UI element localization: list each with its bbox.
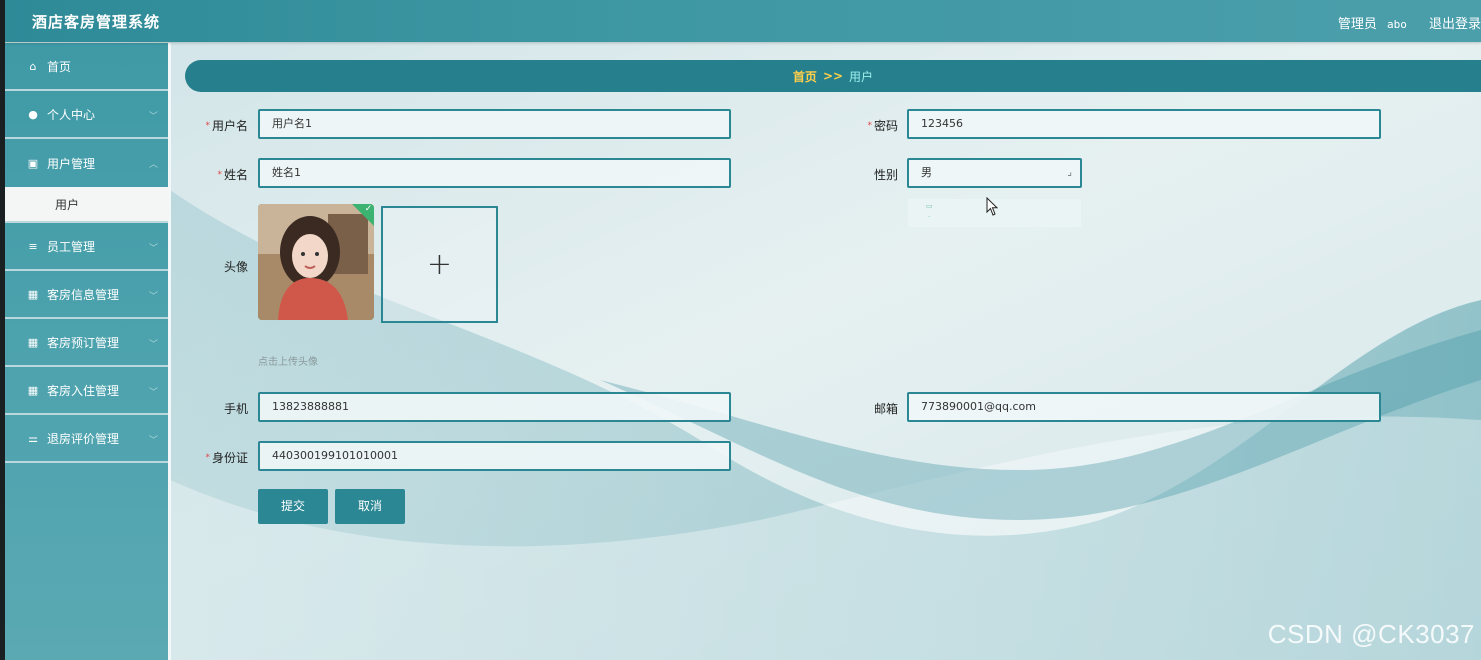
sidebar-item-label: 退房评价管理 — [47, 431, 120, 446]
sidebar-item-label: 个人中心 — [47, 107, 96, 122]
name-label: * 姓名 — [217, 168, 248, 182]
breadcrumb: 首页 >> 用户 — [185, 60, 1481, 92]
sidebar-item-staff-management[interactable]: ≡ 员工管理 ﹀ — [5, 223, 168, 271]
chevron-down-icon: ﹀ — [148, 292, 158, 302]
sidebar-item-room-booking[interactable]: ▦ 客房预订管理 ﹀ — [5, 319, 168, 367]
chevron-down-icon: ﹀ — [148, 388, 158, 398]
grid-icon: ▦ — [27, 383, 39, 397]
check-icon: ✓ — [352, 204, 374, 226]
avatar-image[interactable]: ✓ — [258, 204, 374, 320]
password-label: * 密码 — [867, 119, 898, 133]
idcard-input[interactable]: 440300199101010001 — [258, 441, 731, 471]
grid-icon: ▦ — [27, 287, 39, 301]
user-icon: ● — [28, 107, 38, 121]
gender-label: 性别 — [873, 168, 898, 182]
dropdown-option-icon: ▭ — [926, 202, 933, 210]
cancel-button[interactable]: 取消 — [335, 489, 405, 524]
gender-value: 男 — [921, 166, 932, 179]
app-title: 酒店客房管理系统 — [32, 13, 161, 31]
email-input[interactable]: 773890001@qq.com — [907, 392, 1381, 422]
dropdown-option-icon: · — [928, 213, 931, 221]
username-input[interactable]: 用户名1 — [258, 109, 731, 139]
chevron-down-icon: ﹀ — [148, 436, 158, 446]
phone-label: 手机 — [223, 402, 248, 416]
email-label: 邮箱 — [873, 402, 898, 416]
home-icon: ⌂ — [29, 59, 37, 73]
sidebar-item-checkout-review[interactable]: ⚌ 退房评价管理 ﹀ — [5, 415, 168, 463]
role-label: 管理员 — [1337, 17, 1377, 32]
sidebar-subitem-user[interactable]: 用户 — [5, 187, 168, 223]
sidebar-item-label: 用户 — [55, 197, 80, 212]
breadcrumb-home[interactable]: 首页 — [793, 68, 817, 85]
chevron-down-icon: ﹀ — [148, 112, 158, 122]
chevron-down-icon: ⌟ — [1067, 167, 1072, 178]
password-input[interactable]: 123456 — [907, 109, 1381, 139]
sidebar-item-personal-center[interactable]: ● 个人中心 ﹀ — [5, 91, 168, 139]
sidebar: ⌂ 首页 ● 个人中心 ﹀ ▣ 用户管理 ︿ 用户 ≡ 员工管理 ﹀ ▦ 客房信… — [5, 43, 171, 660]
sidebar-item-label: 首页 — [47, 59, 72, 74]
window-edge — [0, 0, 5, 660]
name-input[interactable]: 姓名1 — [258, 158, 731, 188]
breadcrumb-separator: >> — [822, 69, 844, 83]
sidebar-item-label: 客房入住管理 — [47, 383, 120, 398]
chevron-down-icon: ﹀ — [148, 244, 158, 254]
sidebar-item-home[interactable]: ⌂ 首页 — [5, 43, 168, 91]
avatar-upload-button[interactable]: + — [381, 206, 498, 323]
username-label: abo — [1386, 18, 1407, 31]
idcard-label: * 身份证 — [205, 451, 248, 465]
username-label: * 用户名 — [205, 119, 248, 133]
submit-button[interactable]: 提交 — [258, 489, 328, 524]
sidebar-item-user-management[interactable]: ▣ 用户管理 ︿ — [5, 139, 168, 187]
phone-input[interactable]: 13823888881 — [258, 392, 731, 422]
chevron-down-icon: ﹀ — [148, 340, 158, 350]
sidebar-item-label: 客房信息管理 — [47, 287, 120, 302]
sliders-icon: ⚌ — [28, 431, 38, 445]
breadcrumb-current: 用户 — [849, 69, 874, 84]
required-mark: * — [205, 121, 210, 131]
chevron-up-icon: ︿ — [148, 160, 158, 170]
required-mark: * — [217, 170, 222, 180]
sidebar-item-room-info[interactable]: ▦ 客房信息管理 ﹀ — [5, 271, 168, 319]
gender-select[interactable]: 男 ⌟ — [907, 158, 1082, 188]
user-area: 管理员 abo 退出登录 — [1332, 13, 1481, 32]
watermark: CSDN @CK3037 — [1267, 619, 1475, 649]
required-mark: * — [205, 453, 210, 463]
list-icon: ≡ — [28, 239, 38, 253]
sidebar-item-check-in[interactable]: ▦ 客房入住管理 ﹀ — [5, 367, 168, 415]
grid-icon: ▦ — [27, 335, 39, 349]
logout-link[interactable]: 退出登录 — [1429, 17, 1481, 32]
avatar-label: 头像 — [223, 260, 248, 274]
sidebar-item-label: 员工管理 — [47, 239, 96, 254]
sidebar-item-label: 用户管理 — [47, 156, 96, 171]
required-mark: * — [867, 121, 872, 131]
clipboard-icon: ▣ — [27, 156, 39, 170]
mouse-cursor-icon — [986, 197, 999, 216]
top-header: 酒店客房管理系统 管理员 abo 退出登录 — [0, 0, 1481, 42]
avatar-upload-tip: 点击上传头像 — [258, 357, 318, 368]
background-wave — [0, 0, 1481, 660]
sidebar-item-label: 客房预订管理 — [47, 335, 120, 350]
